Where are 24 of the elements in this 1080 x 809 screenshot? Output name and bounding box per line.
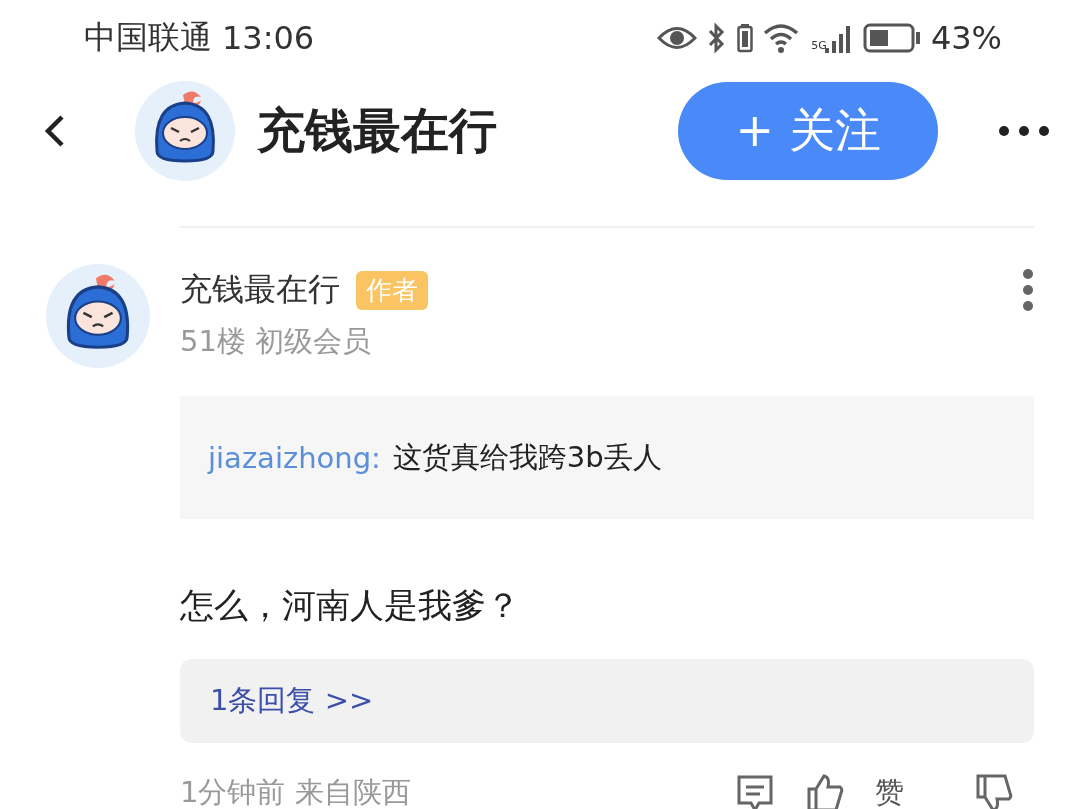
follow-button[interactable]: + 关注 <box>678 82 938 180</box>
battery-percentage: 43% <box>930 19 1002 57</box>
author-name[interactable]: 充钱最在行 <box>180 268 340 312</box>
clock-time: 13:06 <box>222 19 315 57</box>
battery-small-icon <box>737 23 754 53</box>
thumbs-up-icon[interactable] <box>805 773 845 809</box>
quoted-text: 这货真给我跨3b丢人 <box>392 438 662 476</box>
carrier-name: 中国联通 <box>84 17 212 58</box>
floor-info: 51楼 初级会员 <box>180 323 373 360</box>
like-label[interactable]: 赞 <box>875 773 904 809</box>
avatar-icon[interactable] <box>135 81 235 181</box>
author-badge: 作者 <box>356 270 428 310</box>
more-vertical-icon[interactable] <box>1022 268 1034 312</box>
comment-icon[interactable] <box>735 773 775 809</box>
eye-icon <box>657 25 698 51</box>
network-type: 5G <box>811 39 827 52</box>
comment-text: 怎么，河南人是我爹？ <box>180 584 521 627</box>
battery-icon <box>862 23 921 53</box>
replies-link[interactable]: 1条回复 >> <box>210 681 374 721</box>
comment-meta: 1分钟前 来自陕西 <box>180 774 411 809</box>
more-icon[interactable] <box>998 125 1050 137</box>
page-title: 充钱最在行 <box>257 101 498 160</box>
thumbs-down-icon[interactable] <box>974 773 1014 809</box>
avatar-icon[interactable] <box>46 264 150 368</box>
